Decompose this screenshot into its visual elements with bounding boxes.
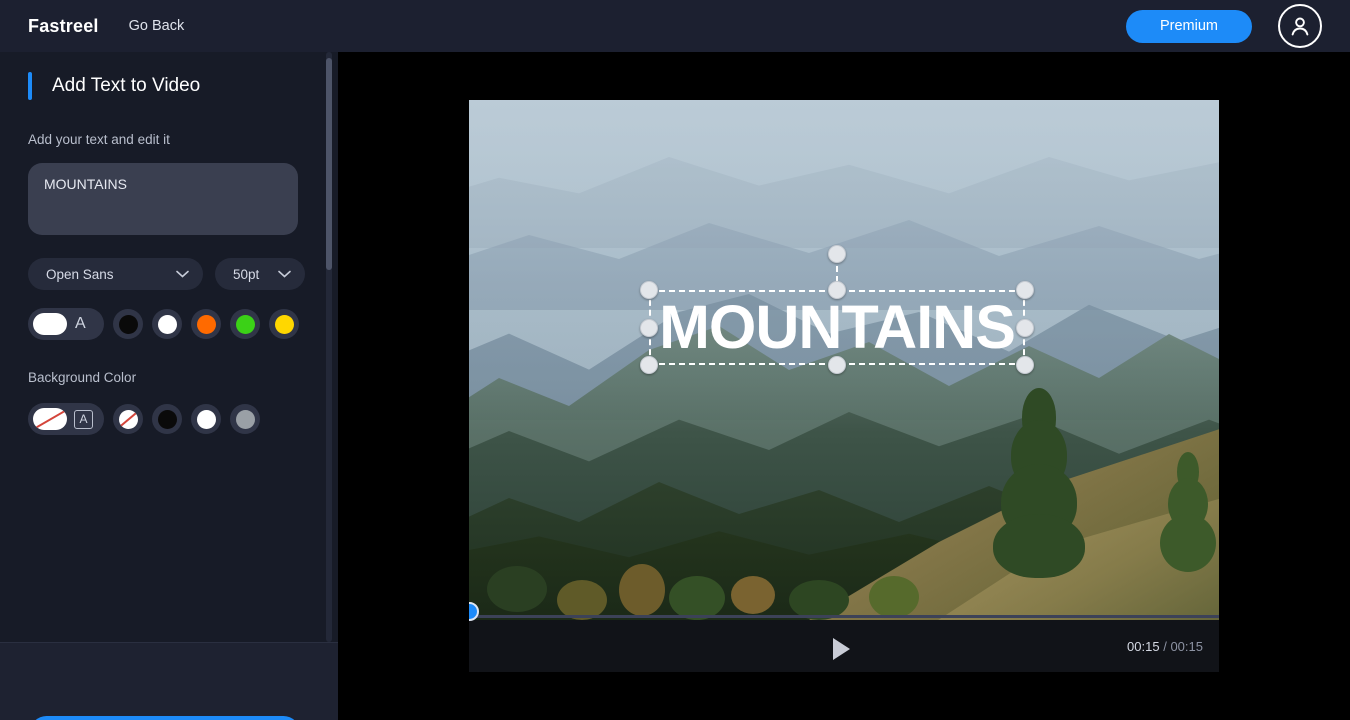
play-icon[interactable] [833, 638, 850, 660]
text-color-toggle[interactable]: A [28, 308, 104, 340]
foreground-shrub [487, 566, 547, 612]
text-color-current-swatch [33, 313, 67, 335]
font-controls-row: Open Sans 50pt [28, 258, 310, 290]
user-avatar-icon[interactable] [1278, 4, 1322, 48]
premium-button[interactable]: Premium [1125, 9, 1252, 43]
left-sidebar: Add Text to Video Add your text and edit… [0, 52, 338, 720]
sidebar-scroll-content: Add Text to Video Add your text and edit… [0, 52, 338, 642]
background-color-row: A [28, 403, 310, 435]
bg-swatch-black[interactable] [152, 404, 182, 434]
text-input[interactable] [28, 163, 298, 235]
bg-swatch-none[interactable] [113, 404, 143, 434]
time-display: 00:15 / 00:15 [1127, 639, 1203, 654]
video-stage: MOUNTAINS 00:15 / 00:15 [338, 52, 1350, 720]
resize-handle-middle-right[interactable] [1016, 318, 1034, 337]
chevron-down-icon [278, 265, 291, 283]
video-player: MOUNTAINS 00:15 / 00:15 [469, 100, 1219, 672]
bg-swatch-gray[interactable] [230, 404, 260, 434]
background-color-label-box: A [74, 409, 93, 429]
top-bar: Fastreel Go Back Premium [0, 0, 1350, 52]
resize-handle-middle-left[interactable] [640, 318, 658, 337]
background-color-label: Background Color [28, 370, 137, 385]
text-color-row: A [28, 308, 310, 340]
bg-swatch-white[interactable] [191, 404, 221, 434]
resize-handle-bottom-left[interactable] [640, 356, 658, 374]
top-bar-actions: Premium [1125, 4, 1322, 48]
panel-title-row: Add Text to Video [28, 72, 310, 100]
text-overlay[interactable]: MOUNTAINS [640, 245, 1034, 374]
fastreel-app: Fastreel Go Back Premium Add Text to Vid… [0, 0, 1350, 720]
font-family-value: Open Sans [46, 266, 114, 282]
text-swatch-yellow[interactable] [269, 309, 299, 339]
player-controls: 00:15 / 00:15 [469, 602, 1219, 672]
app-logo: Fastreel [28, 15, 99, 36]
foreground-shrub [731, 576, 775, 614]
text-swatch-white[interactable] [152, 309, 182, 339]
font-family-select[interactable]: Open Sans [28, 258, 203, 290]
foreground-shrub [619, 564, 665, 616]
go-back-link[interactable]: Go Back [129, 18, 185, 34]
text-swatch-black[interactable] [113, 309, 143, 339]
text-color-label: A [75, 315, 86, 332]
font-size-select[interactable]: 50pt [215, 258, 305, 290]
chevron-down-icon [176, 265, 189, 283]
foreground-shrub [557, 580, 607, 620]
rotate-handle[interactable] [828, 245, 846, 263]
time-separator: / [1163, 639, 1167, 654]
resize-handle-top-left[interactable] [640, 281, 658, 299]
text-swatch-orange[interactable] [191, 309, 221, 339]
resize-handle-top-right[interactable] [1016, 281, 1034, 299]
pine-tree-small [1159, 452, 1217, 572]
title-accent-bar [28, 72, 32, 100]
current-time: 00:15 [1127, 639, 1160, 654]
helper-text: Add your text and edit it [28, 132, 170, 147]
page-title: Add Text to Video [52, 75, 201, 96]
resize-handle-bottom-center[interactable] [828, 356, 846, 374]
background-color-toggle[interactable]: A [28, 403, 104, 435]
text-swatch-green[interactable] [230, 309, 260, 339]
seek-bar[interactable] [469, 602, 1219, 621]
foreground-shrub [869, 576, 919, 618]
continue-button[interactable]: Continue [30, 716, 300, 720]
sidebar-footer [0, 642, 338, 720]
total-time: 00:15 [1170, 639, 1203, 654]
font-size-value: 50pt [233, 266, 260, 282]
video-canvas[interactable]: MOUNTAINS [469, 100, 1219, 620]
background-color-current-swatch [33, 408, 67, 430]
selection-box [649, 256, 1025, 365]
pine-tree-large [989, 388, 1089, 578]
foreground-shrub [669, 576, 725, 620]
resize-handle-bottom-right[interactable] [1016, 356, 1034, 374]
foreground-shrub [789, 580, 849, 620]
resize-handle-top-center[interactable] [828, 281, 846, 299]
sidebar-scrollbar-thumb[interactable] [326, 58, 332, 270]
